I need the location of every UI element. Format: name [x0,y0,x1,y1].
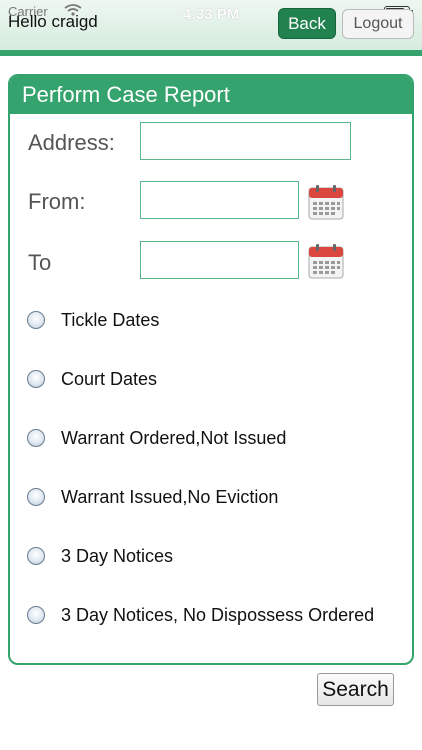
radio-button[interactable] [27,429,45,447]
case-report-card: Perform Case Report Address: From: To Ti… [8,74,414,665]
address-label: Address: [28,130,115,155]
option-label: 3 Day Notices, No Dispossess Ordered [61,604,375,625]
option-label: Warrant Issued,No Eviction [61,486,279,507]
option-label: 3 Day Notices [61,545,174,566]
option-label: Warrant Ordered,Not Issued [61,427,287,448]
radio-button[interactable] [27,311,45,329]
from-date-input[interactable] [140,181,299,219]
option-label: Court Dates [61,368,158,389]
option-3-day-notices-no-dispossess[interactable]: 3 Day Notices, No Dispossess Ordered [27,602,374,628]
radio-button[interactable] [27,606,45,624]
option-warrant-ordered-not-issued[interactable]: Warrant Ordered,Not Issued [27,425,286,451]
calendar-icon[interactable] [308,185,344,221]
option-label: Tickle Dates [61,309,160,330]
back-button[interactable]: Back [278,8,336,39]
radio-button[interactable] [27,370,45,388]
option-3-day-notices[interactable]: 3 Day Notices [27,543,173,569]
option-warrant-issued-no-eviction[interactable]: Warrant Issued,No Eviction [27,484,278,510]
to-label: To [28,250,52,275]
from-label: From: [28,189,86,214]
radio-button[interactable] [27,547,45,565]
to-date-input[interactable] [140,241,299,279]
search-button[interactable]: Search [317,673,394,706]
option-tickle-dates[interactable]: Tickle Dates [27,307,159,333]
app-header: Carrier Hello craigd 4:33 PM Back Logout [0,0,422,56]
address-input[interactable] [140,122,351,160]
calendar-icon[interactable] [308,244,344,280]
option-court-dates[interactable]: Court Dates [27,366,157,392]
card-title: Perform Case Report [10,76,412,114]
header-divider [0,50,422,56]
logout-button[interactable]: Logout [342,9,414,39]
radio-button[interactable] [27,488,45,506]
